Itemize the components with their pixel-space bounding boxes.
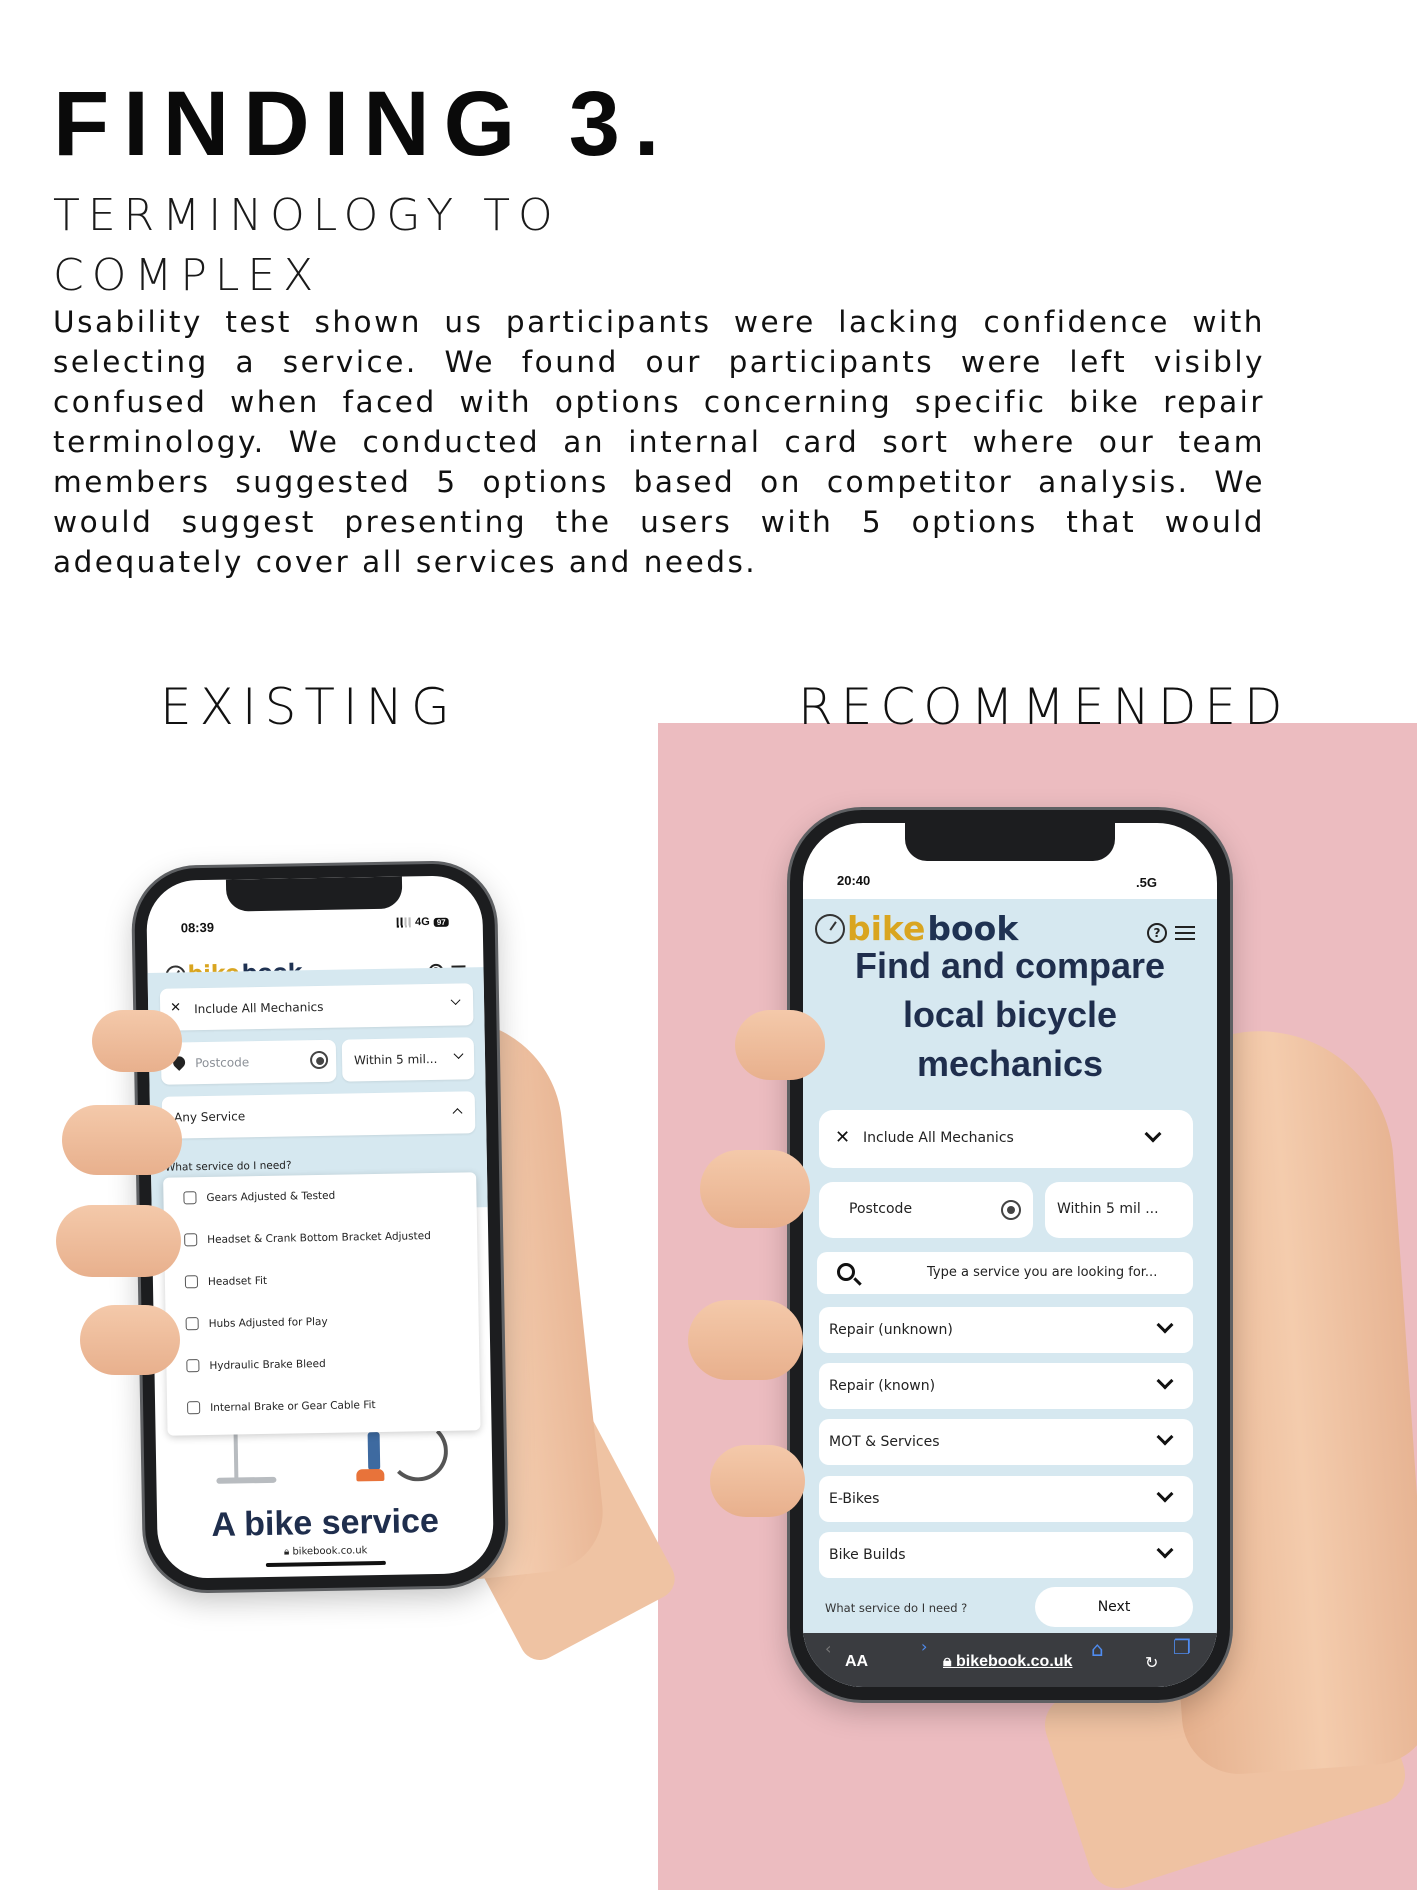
left-hand-finger <box>56 1205 181 1277</box>
finding-subtitle: TERMINOLOGY TO COMPLEX <box>53 190 561 301</box>
mechanics-select[interactable]: ✕ Include All Mechanics <box>159 983 474 1031</box>
hero-heading: A bike service <box>211 1501 440 1544</box>
mechanics-select[interactable]: ✕ Include All Mechanics <box>819 1110 1193 1168</box>
bookmarks-icon[interactable]: ⌂ <box>1091 1637 1104 1661</box>
hamburger-menu-icon[interactable] <box>1175 926 1195 940</box>
service-option[interactable]: Internal Brake or Gear Cable Fit <box>187 1398 376 1415</box>
status-time: 08:39 <box>180 919 215 936</box>
postcode-input[interactable]: Postcode <box>160 1039 337 1085</box>
status-time: 20:40 <box>837 873 871 888</box>
locate-me-icon[interactable] <box>1001 1200 1021 1220</box>
recommended-phone-screen: 20:40 .5G bike book ? Find and compare lo… <box>803 823 1217 1687</box>
status-bar: 08:39 4G 97 <box>146 875 483 943</box>
lock-icon: 🔒︎ <box>283 1546 293 1558</box>
search-icon <box>837 1263 855 1281</box>
service-option[interactable]: Hubs Adjusted for Play <box>185 1315 328 1331</box>
phone-notch <box>905 823 1115 861</box>
checkbox[interactable] <box>184 1275 199 1289</box>
browser-toolbar: ‹ AA › 🔒︎ bikebook.co.uk ⌂ ↻ ❐ <box>803 1633 1217 1687</box>
locate-me-icon[interactable] <box>309 1050 329 1070</box>
finding-description: Usability test shown us participants wer… <box>53 305 1265 579</box>
chevron-down-icon <box>453 1049 464 1060</box>
recommended-phone-mockup: 20:40 .5G bike book ? Find and compare lo… <box>790 810 1230 1700</box>
existing-phone-mockup: 08:39 4G 97 bikebook ? ✕ Include All Mec… <box>133 862 507 1592</box>
chevron-down-icon <box>1156 1485 1174 1503</box>
service-option[interactable]: Gears Adjusted & Tested <box>183 1189 335 1205</box>
lock-icon: 🔒︎ <box>943 1653 956 1670</box>
chevron-up-icon <box>452 1108 463 1119</box>
left-hand-finger <box>62 1105 182 1175</box>
checkbox[interactable] <box>187 1401 201 1415</box>
right-hand-finger <box>700 1150 810 1228</box>
right-hand-finger <box>688 1300 803 1380</box>
url-bar[interactable]: 🔒︎ bikebook.co.uk <box>943 1653 1072 1671</box>
page-headline: Find and compare local bicycle mechanics <box>854 945 1166 1084</box>
postcode-input[interactable]: Postcode <box>819 1182 1033 1238</box>
chevron-down-icon <box>1156 1372 1174 1390</box>
mechanic-shoe-illustration <box>356 1468 385 1482</box>
service-options-dropdown: Gears Adjusted & Tested Headset & Crank … <box>163 1172 481 1436</box>
chevron-down-icon <box>1156 1316 1174 1334</box>
bike-stand-illustration <box>233 1434 239 1480</box>
checkbox[interactable] <box>186 1359 200 1373</box>
text-size-button[interactable]: AA <box>845 1653 868 1671</box>
url-bar[interactable]: 🔒︎ bikebook.co.uk <box>158 1543 494 1560</box>
chevron-down-icon <box>1144 1125 1162 1143</box>
service-option[interactable]: Hydraulic Brake Bleed <box>186 1357 326 1373</box>
category-e-bikes[interactable]: E-Bikes <box>819 1476 1193 1522</box>
help-icon[interactable]: ? <box>1147 923 1167 943</box>
service-option[interactable]: Headset & Crank Bottom Bracket Adjusted <box>184 1229 431 1247</box>
service-option[interactable]: Headset Fit <box>184 1274 267 1289</box>
speedometer-icon <box>815 913 845 944</box>
bike-stand-base-illustration <box>216 1476 277 1484</box>
back-icon[interactable]: ‹ <box>825 1639 831 1658</box>
status-network: 4G 97 <box>397 916 449 929</box>
distance-select[interactable]: Within 5 mil... <box>341 1037 475 1082</box>
home-indicator[interactable] <box>265 1560 386 1567</box>
next-button[interactable]: Next <box>1035 1587 1193 1627</box>
chevron-down-icon <box>1156 1428 1174 1446</box>
right-hand-finger <box>710 1445 805 1517</box>
category-bike-builds[interactable]: Bike Builds <box>819 1532 1193 1578</box>
battery-icon: 97 <box>433 917 449 927</box>
left-hand-finger <box>80 1305 180 1375</box>
tabs-icon[interactable]: ❐ <box>1173 1635 1191 1659</box>
chevron-down-icon <box>450 995 461 1006</box>
service-help-link[interactable]: What service do I need? <box>165 1159 292 1173</box>
category-mot-services[interactable]: MOT & Services <box>819 1419 1193 1465</box>
category-repair-known[interactable]: Repair (known) <box>819 1363 1193 1409</box>
existing-label: EXISTING <box>160 678 458 736</box>
left-hand-finger <box>92 1010 182 1072</box>
network-type: 4G <box>414 916 430 929</box>
mechanic-leg-illustration <box>367 1431 381 1471</box>
right-hand-finger <box>735 1010 825 1080</box>
chevron-down-icon <box>1156 1541 1174 1559</box>
category-repair-unknown[interactable]: Repair (unknown) <box>819 1307 1193 1353</box>
reload-icon[interactable]: ↻ <box>1145 1653 1158 1672</box>
distance-select[interactable]: Within 5 mil ... <box>1045 1182 1193 1238</box>
recommended-label: RECOMMENDED <box>798 678 1291 736</box>
service-search-input[interactable]: Type a service you are looking for... <box>817 1252 1193 1294</box>
header-icons: ? <box>1147 923 1195 943</box>
tools-icon: ✕ <box>835 1127 851 1148</box>
signal-icon <box>397 917 412 928</box>
status-network: .5G <box>1136 875 1157 890</box>
checkbox[interactable] <box>183 1191 197 1205</box>
finding-title: FINDING 3. <box>53 73 674 175</box>
service-select[interactable]: Any Service <box>161 1091 476 1139</box>
service-help-link[interactable]: What service do I need ? <box>825 1601 967 1615</box>
tools-icon: ✕ <box>170 1000 182 1016</box>
checkbox[interactable] <box>185 1317 199 1331</box>
checkbox[interactable] <box>184 1233 198 1247</box>
existing-phone-screen: 08:39 4G 97 bikebook ? ✕ Include All Mec… <box>145 875 495 1579</box>
forward-icon[interactable]: › <box>921 1637 927 1656</box>
